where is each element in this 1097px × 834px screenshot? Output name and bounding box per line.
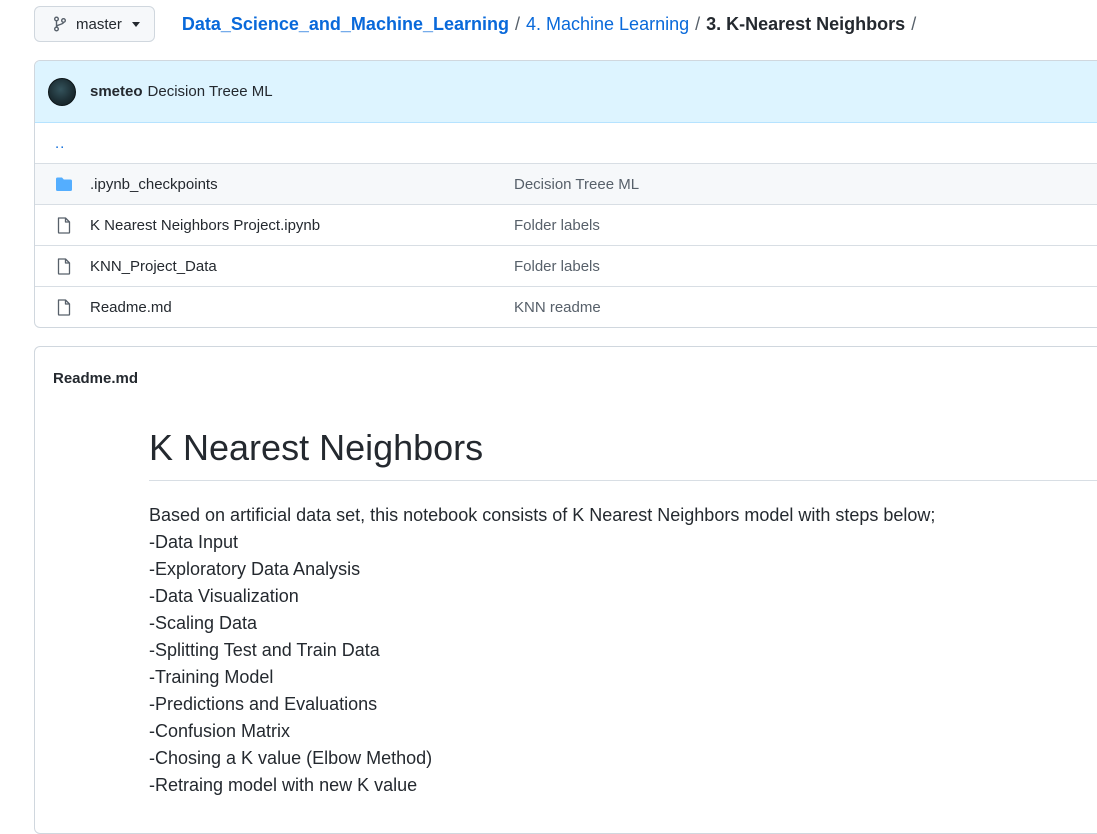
readme-box: Readme.md K Nearest Neighbors Based on a… [34,346,1097,834]
readme-step: -Retraing model with new K value [149,775,418,795]
file-icon [53,298,75,316]
breadcrumb-separator: / [911,13,917,34]
file-row[interactable]: Readme.md KNN readme [35,286,1097,327]
file-name-link[interactable]: Readme.md [90,299,514,316]
readme-step: -Data Input [149,532,239,552]
file-row[interactable]: KNN_Project_Data Folder labels [35,245,1097,286]
title-divider [149,480,1097,481]
readme-step: -Scaling Data [149,613,258,633]
file-row[interactable]: K Nearest Neighbors Project.ipynb Folder… [35,204,1097,245]
readme-step: -Training Model [149,667,274,687]
file-name-link[interactable]: KNN_Project_Data [90,258,514,275]
parent-directory-row[interactable]: .. [35,123,1097,163]
file-commit-message[interactable]: Decision Treee ML [514,176,639,193]
readme-step: -Predictions and Evaluations [149,694,378,714]
readme-step: -Data Visualization [149,586,299,606]
file-commit-message[interactable]: Folder labels [514,258,600,275]
breadcrumb-repo-link[interactable]: Data_Science_and_Machine_Learning [182,14,509,35]
readme-step: -Exploratory Data Analysis [149,559,361,579]
readme-body: Based on artificial data set, this noteb… [149,502,935,799]
readme-step: -Splitting Test and Train Data [149,640,380,660]
file-name-link[interactable]: K Nearest Neighbors Project.ipynb [90,217,514,234]
parent-directory-link[interactable]: .. [55,135,65,152]
git-branch-icon [53,16,67,32]
file-list-box: smeteo Decision Treee ML .. .ipynb_check… [34,60,1097,328]
breadcrumb-separator: / [695,13,701,34]
file-icon [53,216,75,234]
chevron-down-icon [131,21,140,27]
file-icon [53,257,75,275]
breadcrumb-folder-link[interactable]: 4. Machine Learning [526,14,689,35]
readme-filename[interactable]: Readme.md [53,370,138,387]
top-bar: master Data_Science_and_Machine_Learning… [34,6,922,42]
file-commit-message[interactable]: KNN readme [514,299,601,316]
commit-message-link[interactable]: Decision Treee ML [148,83,273,100]
readme-step: -Confusion Matrix [149,721,291,741]
breadcrumb: Data_Science_and_Machine_Learning / 4. M… [182,14,922,35]
file-name-link[interactable]: .ipynb_checkpoints [90,176,514,193]
readme-intro: Based on artificial data set, this noteb… [149,505,936,525]
file-commit-message[interactable]: Folder labels [514,217,600,234]
file-row[interactable]: .ipynb_checkpoints Decision Treee ML [35,163,1097,204]
readme-step: -Chosing a K value (Elbow Method) [149,748,433,768]
branch-name: master [76,15,122,33]
breadcrumb-current: 3. K-Nearest Neighbors [706,13,906,34]
readme-title: K Nearest Neighbors [149,427,484,468]
latest-commit-bar: smeteo Decision Treee ML [35,61,1097,123]
commit-author-link[interactable]: smeteo [90,83,143,100]
avatar[interactable] [48,77,76,106]
branch-selector-button[interactable]: master [34,6,155,42]
breadcrumb-separator: / [514,13,520,34]
folder-icon [53,176,75,192]
